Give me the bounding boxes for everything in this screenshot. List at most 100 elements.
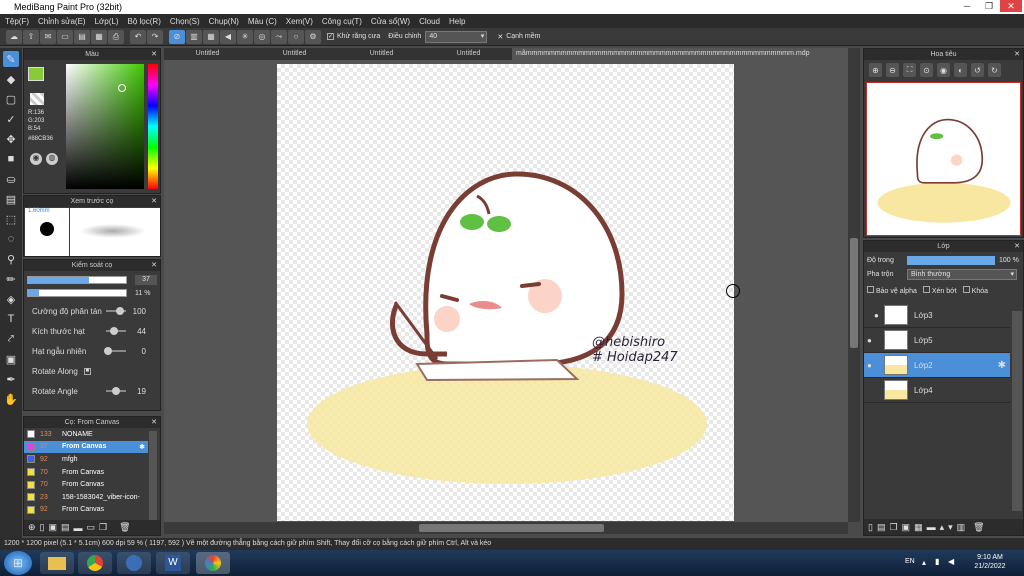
param-slider[interactable] — [106, 307, 126, 315]
close-icon[interactable]: ✕ — [151, 196, 157, 207]
rotate-right-icon[interactable]: ↻ — [988, 63, 1001, 77]
brush-menu-icon[interactable]: ▣ — [49, 522, 58, 533]
primary-color-swatch[interactable] — [28, 67, 44, 81]
brush-item[interactable]: 133 NONAME — [24, 428, 148, 441]
minimize-button[interactable]: ─ — [956, 0, 978, 12]
tray-arrow-icon[interactable]: ▴ — [922, 558, 926, 567]
duplicate-layer-icon[interactable]: ❐ — [889, 522, 897, 533]
close-icon[interactable]: ✕ — [151, 49, 157, 60]
move-tool-icon[interactable]: ✥ — [3, 131, 19, 147]
tab-untitled-3[interactable]: Untitled — [338, 48, 425, 60]
brush-item[interactable]: 92 From Canvas — [24, 504, 148, 517]
layer-row[interactable]: ● Lớp5 — [864, 328, 1010, 353]
eye-icon[interactable]: ● — [867, 336, 873, 345]
menu-tools[interactable]: Công cụ(T) — [317, 17, 366, 26]
new-halftone-layer-icon[interactable]: ▤ — [877, 522, 886, 533]
medibang-icon[interactable] — [196, 552, 230, 574]
menu-edit[interactable]: Chỉnh sửa(E) — [33, 17, 90, 26]
rotate-along-checkbox[interactable]: ■ — [83, 367, 91, 375]
add-brush-icon[interactable]: ⊕ — [28, 522, 36, 533]
text-tool-icon[interactable]: T — [3, 311, 19, 327]
explorer-icon[interactable] — [40, 552, 74, 574]
language-indicator[interactable]: EN — [905, 558, 915, 565]
divide-tool-icon[interactable]: ▣ — [3, 351, 19, 367]
export-icon[interactable]: ⎙ — [108, 29, 124, 44]
undo-icon[interactable]: ↶ — [130, 29, 146, 44]
stripes-icon[interactable]: ▥ — [186, 29, 202, 44]
close-button[interactable]: ✕ — [1000, 0, 1022, 12]
v-scroll-thumb[interactable] — [850, 238, 858, 348]
new-brush-icon[interactable]: ▯ — [40, 522, 45, 533]
menu-layer[interactable]: Lớp(L) — [90, 17, 123, 26]
eyedropper-tool-icon[interactable]: ✒ — [3, 371, 19, 387]
brush-list-scrollbar[interactable] — [149, 431, 157, 521]
new-layer-icon[interactable]: ▯ — [868, 522, 873, 533]
color-picker-cursor[interactable] — [118, 84, 126, 92]
menu-help[interactable]: Help — [444, 17, 469, 26]
save-icon[interactable]: ▦ — [91, 29, 107, 44]
menu-window[interactable]: Cửa sổ(W) — [366, 17, 414, 26]
brush-item[interactable]: 70 From Canvas — [24, 478, 148, 491]
slider-knob[interactable] — [112, 387, 120, 395]
close-icon[interactable]: ✕ — [151, 417, 157, 428]
slider-knob[interactable] — [104, 347, 112, 355]
menu-snap[interactable]: Chụp(N) — [204, 17, 243, 26]
select-eraser-icon[interactable]: ◈ — [3, 291, 19, 307]
rotate-reset-icon[interactable]: ◉ — [937, 63, 950, 77]
bucket-tool-icon[interactable]: ⛀ — [3, 171, 19, 187]
layer-menu-icon[interactable]: ▦ — [914, 522, 923, 533]
brush-item[interactable]: 37 From Canvas ✱ — [24, 440, 148, 454]
wand-tool-icon[interactable]: ⚲ — [3, 251, 19, 267]
tab-untitled-1[interactable]: Untitled — [164, 48, 251, 60]
gradient-tool-icon[interactable]: ▤ — [3, 191, 19, 207]
param-slider[interactable] — [106, 387, 126, 395]
concentric-icon[interactable]: ◎ — [254, 29, 270, 44]
trash-icon[interactable]: 🗑 — [973, 522, 984, 533]
fit-icon[interactable]: ⛶ — [903, 63, 916, 77]
navigator-thumbnail[interactable] — [866, 82, 1021, 236]
menu-view[interactable]: Xem(V) — [281, 17, 317, 26]
eyedrop-icon[interactable]: ◍ — [46, 153, 58, 165]
palette-icon[interactable]: ◉ — [30, 153, 42, 165]
perspective-icon[interactable]: ◀ — [220, 29, 236, 44]
hand-tool-icon[interactable]: ✋ — [3, 391, 19, 407]
folder-icon[interactable]: ▬ — [74, 523, 83, 533]
hue-bar[interactable] — [148, 64, 158, 189]
gear-icon[interactable]: ✱ — [998, 360, 1006, 371]
eye-icon[interactable]: ● — [867, 361, 873, 370]
edge-toggle[interactable]: ✕ Cạnh mềm — [497, 33, 540, 41]
tab-untitled-2[interactable]: Untitled — [251, 48, 338, 60]
select-pen-icon[interactable]: ✏ — [3, 271, 19, 287]
brush-size-slider[interactable] — [27, 276, 127, 284]
merge-icon[interactable]: ▣ — [902, 522, 911, 533]
lasso-tool-icon[interactable]: ◌ — [3, 231, 19, 247]
settings-icon[interactable]: ▥ — [957, 522, 966, 533]
fill-rect-icon[interactable]: ■ — [3, 151, 19, 167]
layers-scrollbar[interactable] — [1012, 311, 1022, 511]
menu-color[interactable]: Màu (C) — [243, 17, 281, 26]
tab-untitled-4[interactable]: Untitled — [425, 48, 512, 60]
adjust-select[interactable]: 40 ▾ — [425, 30, 488, 43]
menu-file[interactable]: Tệp(F) — [0, 17, 33, 26]
grid-icon[interactable]: ▦ — [203, 29, 219, 44]
trash-icon[interactable]: 🗑 — [119, 522, 130, 533]
chrome-icon[interactable] — [78, 552, 112, 574]
operation-tool-icon[interactable]: ⤤ — [3, 331, 19, 347]
slider-knob[interactable] — [110, 327, 118, 335]
folder-icon[interactable]: ▬ — [927, 522, 936, 532]
menu-select[interactable]: Chọn(S) — [165, 17, 204, 26]
line-tool-icon[interactable]: ✓ — [3, 111, 19, 127]
edit-brush-icon[interactable]: ▭ — [87, 522, 96, 533]
slider-knob[interactable] — [116, 307, 124, 315]
word-icon[interactable]: W — [156, 552, 190, 574]
upload-icon[interactable]: ⇧ — [23, 29, 39, 44]
brush-item[interactable]: 23 158-1583042_viber-icon- — [24, 491, 148, 504]
zoom-in-icon[interactable]: ⊕ — [869, 63, 882, 77]
cloud-icon[interactable]: ☁ — [6, 29, 22, 44]
flip-icon[interactable]: ◐ — [954, 63, 967, 77]
windows-start-icon[interactable]: ⊞ — [4, 551, 32, 575]
antialias-toggle[interactable]: ✓ Khử răng cưa — [327, 33, 380, 40]
param-slider[interactable] — [106, 327, 126, 335]
eye-icon[interactable]: ● — [874, 311, 880, 320]
chat-icon[interactable]: ▭ — [57, 29, 73, 44]
